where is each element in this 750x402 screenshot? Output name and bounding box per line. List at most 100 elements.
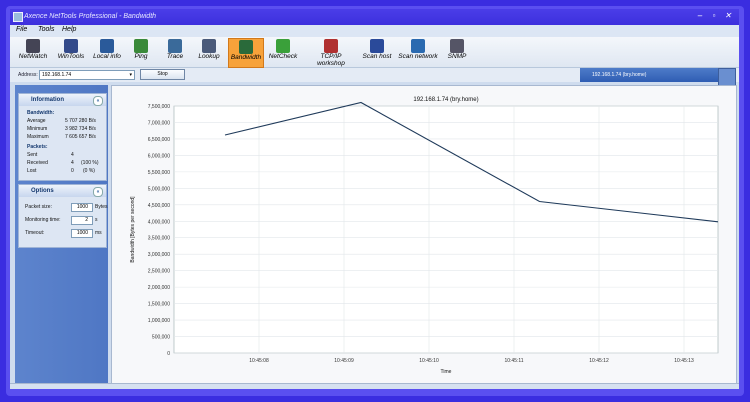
maximize-icon[interactable]: ▫ bbox=[708, 11, 720, 21]
packet-size-label: Packet size: bbox=[25, 204, 52, 210]
address-input[interactable]: 192.168.1.74 ▾ bbox=[39, 70, 135, 80]
toolbar-button-local-info[interactable]: Local info bbox=[90, 38, 124, 66]
netcheck-icon bbox=[276, 39, 290, 53]
bandwidth-chart: 7,500,000 7,000,000 6,500,000 6,000,000 5,50… bbox=[130, 97, 719, 375]
x-tick-label: 10:45:10 bbox=[419, 358, 439, 364]
lost-label: Lost bbox=[27, 168, 37, 174]
toolbar: NetWatch WinTools Local info Ping Trace Looku… bbox=[10, 37, 739, 68]
options-header[interactable]: Options « bbox=[19, 185, 106, 197]
dropdown-arrow-icon[interactable]: ▾ bbox=[129, 71, 132, 79]
scan-network-icon bbox=[411, 39, 425, 53]
toolbar-label: Local info bbox=[93, 53, 121, 60]
packets-heading: Packets: bbox=[27, 144, 48, 150]
toolbar-button-tcp-ip-workshop[interactable]: TCP/IP workshop bbox=[306, 38, 356, 67]
information-header[interactable]: Information « bbox=[19, 94, 106, 106]
collapse-icon[interactable]: « bbox=[93, 96, 103, 106]
timeout-stepper[interactable]: 1000 bbox=[71, 229, 93, 238]
menu-tools[interactable]: Tools bbox=[38, 26, 54, 33]
sidebar: Information « Bandwidth: Average 5 707 28… bbox=[15, 85, 108, 383]
maximum-value: 7 605 657 B/s bbox=[65, 134, 96, 140]
monitoring-time-label: Monitoring time: bbox=[25, 217, 61, 223]
toolbar-button-netwatch[interactable]: NetWatch bbox=[16, 38, 50, 66]
toolbar-label: Lookup bbox=[198, 53, 220, 60]
chart-area: 7,500,000 7,000,000 6,500,000 6,000,000 5,50… bbox=[111, 85, 737, 385]
toolbar-button-bandwidth[interactable]: Bandwidth bbox=[228, 38, 264, 68]
received-percent: (100 %) bbox=[81, 160, 99, 166]
y-tick-label: 1,500,000 bbox=[148, 302, 170, 308]
toolbar-button-trace[interactable]: Trace bbox=[160, 38, 190, 66]
toolbar-button-wintools[interactable]: WinTools bbox=[54, 38, 88, 66]
toolbar-label: Trace bbox=[166, 53, 184, 60]
toolbar-button-netcheck[interactable]: NetCheck bbox=[264, 38, 302, 66]
y-tick-label: 500,000 bbox=[152, 335, 170, 341]
bandwidth-heading: Bandwidth: bbox=[27, 110, 55, 116]
close-icon[interactable]: ✕ bbox=[722, 11, 734, 21]
toolbar-button-snmp[interactable]: SNMP bbox=[442, 38, 472, 66]
y-tick-label: 5,000,000 bbox=[148, 186, 170, 192]
x-tick-label: 10:45:12 bbox=[589, 358, 609, 364]
y-tick-label: 7,500,000 bbox=[148, 104, 170, 110]
local-info-icon bbox=[100, 39, 114, 53]
x-tick-label: 10:45:13 bbox=[674, 358, 694, 364]
address-bar: Address: 192.168.1.74 ▾ Stop 192.168.1.74… bbox=[10, 68, 739, 86]
collapse-icon[interactable]: « bbox=[93, 187, 103, 197]
y-tick-label: 0 bbox=[167, 351, 170, 357]
host-label: 192.168.1.74 (bry.home) bbox=[580, 68, 728, 82]
menu-bar: File Tools Help bbox=[10, 25, 739, 37]
toolbar-label: SNMP bbox=[447, 53, 467, 60]
packet-size-unit: Bytes bbox=[95, 204, 108, 210]
toolbar-label: Ping bbox=[134, 53, 148, 60]
packet-size-stepper[interactable]: 1000 bbox=[71, 203, 93, 212]
minimize-icon[interactable]: – bbox=[694, 11, 706, 21]
status-bar bbox=[10, 383, 739, 389]
app-icon bbox=[13, 12, 23, 22]
y-tick-label: 3,500,000 bbox=[148, 236, 170, 242]
toolbar-label: WinTools bbox=[57, 53, 85, 60]
tcpip-icon bbox=[324, 39, 338, 53]
ping-icon bbox=[134, 39, 148, 53]
chart-title: 192.168.1.74 (bry.home) bbox=[413, 97, 478, 103]
snmp-icon bbox=[450, 39, 464, 53]
trace-icon bbox=[168, 39, 182, 53]
menu-file[interactable]: File bbox=[16, 26, 27, 33]
toolbar-label: Scan host bbox=[362, 53, 392, 60]
monitoring-time-stepper[interactable]: 2 bbox=[71, 216, 93, 225]
sent-label: Sent bbox=[27, 152, 38, 158]
maximum-label: Maximum bbox=[27, 134, 49, 140]
window-title: Axence NetTools Professional - Bandwidth bbox=[24, 13, 157, 20]
y-tick-label: 3,000,000 bbox=[148, 252, 170, 258]
y-axis-label: Bandwidth [Bytes per second] bbox=[130, 196, 136, 263]
toolbar-label: Bandwidth bbox=[230, 54, 262, 61]
information-panel: Information « Bandwidth: Average 5 707 28… bbox=[18, 93, 107, 181]
menu-help[interactable]: Help bbox=[62, 26, 76, 33]
toolbar-label: TCP/IP workshop bbox=[317, 53, 345, 67]
y-tick-label: 6,500,000 bbox=[148, 137, 170, 143]
toolbar-label: Scan network bbox=[398, 53, 438, 60]
x-tick-label: 10:45:11 bbox=[504, 358, 523, 364]
received-label: Received bbox=[27, 160, 48, 166]
stop-button[interactable]: Stop bbox=[140, 69, 185, 80]
toolbar-button-ping[interactable]: Ping bbox=[126, 38, 156, 66]
y-tick-label: 2,000,000 bbox=[148, 285, 170, 291]
y-tick-label: 7,000,000 bbox=[148, 120, 170, 126]
netwatch-icon bbox=[26, 39, 40, 53]
toolbar-button-scan-host[interactable]: Scan host bbox=[360, 38, 394, 66]
toolbar-button-lookup[interactable]: Lookup bbox=[194, 38, 224, 66]
resize-icon[interactable] bbox=[718, 68, 736, 86]
minimum-value: 3 982 734 B/s bbox=[65, 126, 96, 132]
toolbar-label: NetCheck bbox=[268, 53, 298, 60]
monitoring-time-unit: s bbox=[95, 217, 98, 223]
timeout-unit: ms bbox=[95, 230, 102, 236]
y-tick-label: 2,500,000 bbox=[148, 269, 170, 275]
y-tick-label: 4,500,000 bbox=[148, 203, 170, 209]
y-tick-label: 4,000,000 bbox=[148, 219, 170, 225]
address-label: Address: bbox=[18, 72, 38, 78]
received-value: 4 bbox=[71, 160, 74, 166]
wintools-icon bbox=[64, 39, 78, 53]
y-tick-label: 6,000,000 bbox=[148, 153, 170, 159]
lookup-icon bbox=[202, 39, 216, 53]
x-tick-label: 10:45:08 bbox=[249, 358, 269, 364]
toolbar-button-scan-network[interactable]: Scan network bbox=[396, 38, 440, 66]
y-tick-label: 5,500,000 bbox=[148, 170, 170, 176]
x-axis-label: Time bbox=[441, 369, 452, 375]
